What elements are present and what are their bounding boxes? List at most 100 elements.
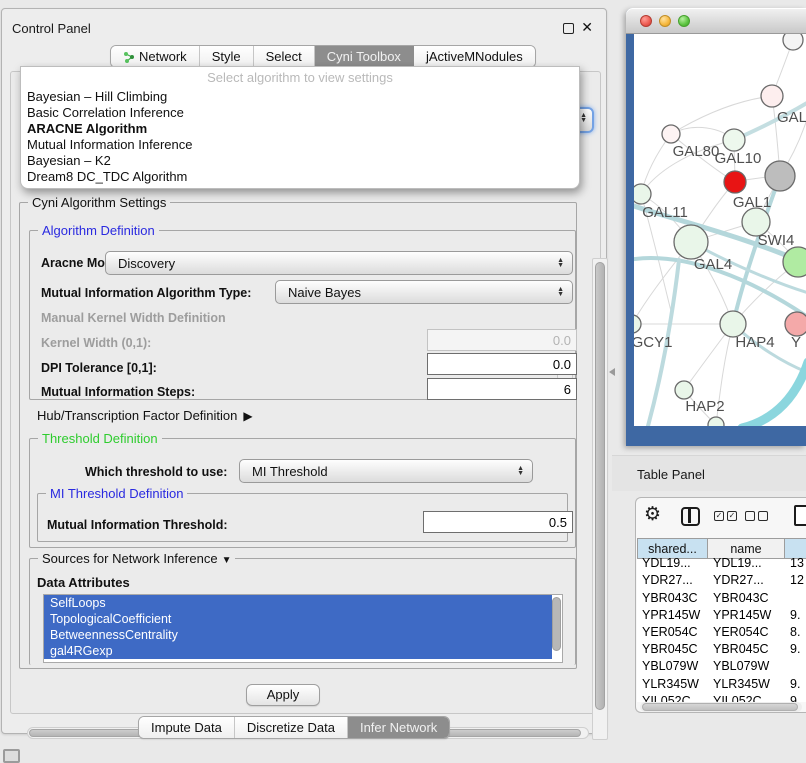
- split-pane-handle[interactable]: [609, 368, 615, 376]
- network-node-gal10[interactable]: [723, 129, 745, 151]
- mi-type-select[interactable]: Naive Bayes ▲▼: [275, 280, 573, 304]
- control-panel-title: Control Panel: [12, 21, 91, 36]
- network-node-label: GAL11: [642, 204, 688, 221]
- tab-impute-data[interactable]: Impute Data: [139, 717, 235, 738]
- table-row[interactable]: YBL079WYBL079W: [637, 658, 806, 675]
- attribute-item-topologicalcoefficient[interactable]: TopologicalCoefficient: [44, 611, 552, 627]
- table-cell: YBL079W: [637, 658, 708, 675]
- table-header-row: shared...name: [637, 538, 806, 555]
- attribute-item-betweennesscentrality[interactable]: BetweennessCentrality: [44, 627, 552, 643]
- table-cell: [785, 590, 806, 607]
- algorithm-option-bayesian-hill-climbing[interactable]: Bayesian – Hill Climbing: [21, 89, 579, 105]
- apply-button[interactable]: Apply: [246, 684, 320, 706]
- network-edge-strong[interactable]: [742, 362, 806, 426]
- mi-type-label: Mutual Information Algorithm Type:: [41, 286, 251, 300]
- close-panel-icon[interactable]: ✕: [581, 19, 593, 36]
- algorithm-option-dream8-dc-tdc-algorithm[interactable]: Dream8 DC_TDC Algorithm: [21, 169, 579, 185]
- network-node-label: HAP4: [735, 334, 774, 351]
- table-horizontal-scrollbar[interactable]: [640, 702, 802, 712]
- tab-label: Style: [212, 49, 241, 64]
- network-node-gal80[interactable]: [662, 125, 680, 143]
- network-node-label: Y: [791, 334, 801, 351]
- network-node-swi4[interactable]: [783, 247, 806, 277]
- table-row[interactable]: YLR345WYLR345W9.: [637, 676, 806, 693]
- dpi-tolerance-input[interactable]: [427, 353, 577, 375]
- window-close-button[interactable]: [640, 15, 652, 27]
- table-row[interactable]: YBR043CYBR043C: [637, 590, 806, 607]
- network-node[interactable]: [708, 417, 724, 426]
- gear-icon[interactable]: ⚙: [644, 503, 661, 526]
- algorithm-definition-title: Algorithm Definition: [38, 223, 159, 238]
- data-attributes-list[interactable]: SelfLoopsTopologicalCoefficientBetweenne…: [43, 594, 563, 663]
- tab-label: jActiveMNodules: [426, 49, 523, 64]
- network-node-gcy1[interactable]: [634, 315, 641, 333]
- float-panel-icon[interactable]: [563, 23, 574, 34]
- tab-style[interactable]: Style: [200, 46, 254, 67]
- tab-infer-network[interactable]: Infer Network: [348, 717, 449, 738]
- network-node-label: SWI4: [758, 232, 795, 249]
- show-columns-icon[interactable]: [681, 507, 700, 526]
- list-scrollbar[interactable]: [552, 597, 561, 659]
- aracne-mode-value: Discovery: [118, 256, 175, 271]
- mi-steps-input[interactable]: [427, 378, 577, 400]
- dock-panel-icon[interactable]: [3, 749, 20, 763]
- network-node-label: GAL10: [715, 150, 762, 167]
- window-minimize-button[interactable]: [659, 15, 671, 27]
- network-node-label: GAL80: [673, 143, 720, 160]
- network-node-gal4[interactable]: [674, 225, 708, 259]
- table-row[interactable]: YDR27...YDR27...12: [637, 572, 806, 589]
- settings-vertical-scrollbar[interactable]: [592, 258, 608, 740]
- attribute-item-selfloops[interactable]: SelfLoops: [44, 595, 552, 611]
- table-row[interactable]: YBR045CYBR045C9.: [637, 641, 806, 658]
- aracne-mode-select[interactable]: Discovery ▲▼: [105, 251, 573, 275]
- table-cell: YLR345W: [637, 676, 708, 693]
- sources-expander[interactable]: Sources for Network Inference▼: [38, 551, 235, 566]
- mi-threshold-input[interactable]: [423, 511, 573, 533]
- table-cell: YBR045C: [708, 641, 785, 658]
- network-node-y[interactable]: [785, 312, 806, 336]
- deselect-all-columns-icon[interactable]: [745, 511, 768, 521]
- network-canvas[interactable]: GALGAL80GAL10GAL1GAL11GAL4SWI4GCY1HAP4YH…: [634, 34, 806, 426]
- table-cell: YIL052C: [708, 693, 785, 703]
- algorithm-option-basic-correlation-inference[interactable]: Basic Correlation Inference: [21, 105, 579, 121]
- table-cell: YBR043C: [637, 590, 708, 607]
- network-node-label: GCY1: [634, 334, 672, 351]
- tab-jactivemnodules[interactable]: jActiveMNodules: [414, 46, 535, 67]
- new-column-icon[interactable]: [794, 505, 806, 526]
- which-threshold-select[interactable]: MI Threshold ▲▼: [239, 459, 533, 483]
- network-node[interactable]: [783, 34, 803, 50]
- network-node-gal11[interactable]: [634, 184, 651, 204]
- tab-select[interactable]: Select: [254, 46, 315, 67]
- table-row[interactable]: YPR145WYPR145W9.: [637, 607, 806, 624]
- tab-label: Cyni Toolbox: [327, 49, 401, 64]
- table-cell: YLR345W: [708, 676, 785, 693]
- tab-label: Impute Data: [151, 720, 222, 735]
- table-row[interactable]: YDL19...YDL19...13: [637, 555, 806, 572]
- table-cell: YIL052C: [637, 693, 708, 703]
- select-all-columns-icon[interactable]: ✓✓: [714, 511, 737, 521]
- table-cell: YPR145W: [637, 607, 708, 624]
- algorithm-option-aracne-algorithm[interactable]: ARACNE Algorithm: [21, 121, 579, 137]
- attribute-item-gal4rgexp[interactable]: gal4RGexp: [44, 643, 552, 659]
- window-zoom-button[interactable]: [678, 15, 690, 27]
- network-node-gal[interactable]: [761, 85, 783, 107]
- control-panel-tabbar: Network Style Select Cyni Toolbox jActiveMNo…: [110, 45, 536, 68]
- table-cell: YBR043C: [708, 590, 785, 607]
- tab-label: Infer Network: [360, 720, 437, 735]
- network-node-hap2[interactable]: [675, 381, 693, 399]
- table-row[interactable]: YER054CYER054C8.: [637, 624, 806, 641]
- network-node-gal1[interactable]: [724, 171, 746, 193]
- which-threshold-label: Which threshold to use:: [85, 465, 227, 479]
- table-cell: 9.: [785, 676, 806, 693]
- tab-cyni-toolbox[interactable]: Cyni Toolbox: [315, 46, 414, 67]
- network-node[interactable]: [765, 161, 795, 191]
- table-row[interactable]: YIL052CYIL052C9: [637, 693, 806, 703]
- hub-definition-expander[interactable]: Hub/Transcription Factor Definition▶: [37, 408, 253, 423]
- kernel-width-input[interactable]: [427, 329, 577, 351]
- algorithm-option-bayesian-k2[interactable]: Bayesian – K2: [21, 153, 579, 169]
- tab-discretize-data[interactable]: Discretize Data: [235, 717, 348, 738]
- table-cell: YPR145W: [708, 607, 785, 624]
- algorithm-option-mutual-information-inference[interactable]: Mutual Information Inference: [21, 137, 579, 153]
- network-window-titlebar[interactable]: [626, 8, 806, 34]
- tab-network[interactable]: Network: [111, 46, 200, 67]
